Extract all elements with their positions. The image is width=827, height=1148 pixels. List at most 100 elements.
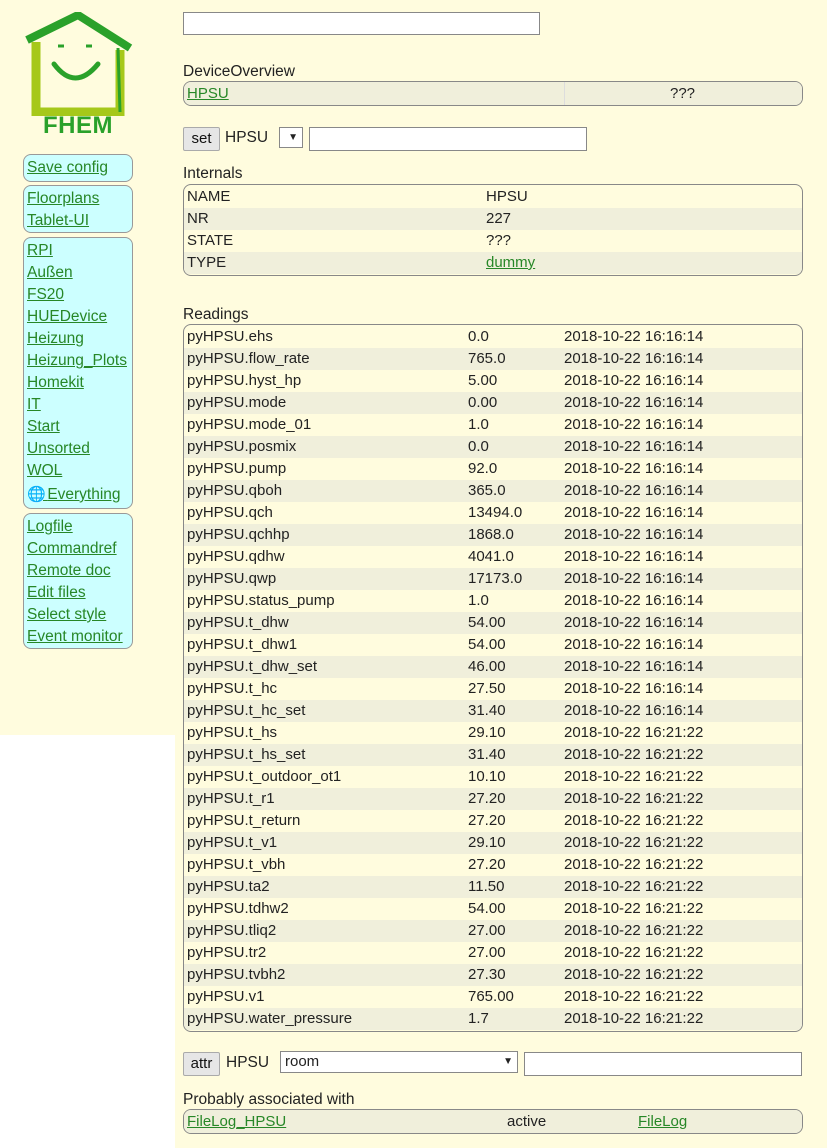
menu-group-save: Save config <box>23 154 133 182</box>
menu-item-edit-files[interactable]: Edit files <box>27 582 129 604</box>
reading-name: pyHPSU.qdhw <box>187 548 285 565</box>
reading-timestamp: 2018-10-22 16:21:22 <box>564 856 704 873</box>
reading-value: 31.40 <box>468 746 506 763</box>
reading-name: pyHPSU.qwp <box>187 570 277 587</box>
menu-item-huedevice[interactable]: HUEDevice <box>27 306 129 328</box>
reading-name: pyHPSU.qboh <box>187 482 283 499</box>
menu-group-ui: Floorplans Tablet-UI <box>23 185 133 233</box>
reading-row: pyHPSU.posmix 0.0 2018-10-22 16:16:14 <box>184 436 802 458</box>
reading-name: pyHPSU.tliq2 <box>187 922 277 939</box>
internal-name: TYPE <box>187 254 227 271</box>
command-input[interactable] <box>183 12 540 35</box>
reading-timestamp: 2018-10-22 16:21:22 <box>564 966 704 983</box>
divider <box>564 82 565 105</box>
menu-item-logfile[interactable]: Logfile <box>27 516 129 538</box>
menu-item-rpi[interactable]: RPI <box>27 240 129 262</box>
attr-device-label: HPSU <box>226 1054 270 1071</box>
menu-item-aussen[interactable]: Außen <box>27 262 129 284</box>
associated-type-link[interactable]: FileLog <box>638 1110 687 1133</box>
reading-value: 27.00 <box>468 922 506 939</box>
menu-item-heizung[interactable]: Heizung <box>27 328 129 350</box>
reading-value: 0.0 <box>468 438 489 455</box>
reading-value: 5.00 <box>468 372 498 389</box>
menu-item-heizung-plots[interactable]: Heizung_Plots <box>27 350 129 372</box>
reading-timestamp: 2018-10-22 16:16:14 <box>564 394 704 411</box>
reading-value: 31.40 <box>468 702 506 719</box>
associated-state: active <box>507 1113 547 1130</box>
reading-value: 765.00 <box>468 988 514 1005</box>
fhem-logo[interactable]: FHEM <box>22 12 136 142</box>
attr-select[interactable]: room ▼ <box>280 1051 518 1073</box>
reading-name: pyHPSU.t_v1 <box>187 834 278 851</box>
readings-table: pyHPSU.ehs 0.0 2018-10-22 16:16:14 pyHPSU.f… <box>183 324 803 1032</box>
reading-row: pyHPSU.qch 13494.0 2018-10-22 16:16:14 <box>184 502 802 524</box>
menu-item-select-style[interactable]: Select style <box>27 604 129 626</box>
reading-row: pyHPSU.t_v1 29.10 2018-10-22 16:21:22 <box>184 832 802 854</box>
reading-timestamp: 2018-10-22 16:16:14 <box>564 438 704 455</box>
set-button[interactable]: set <box>183 127 220 151</box>
reading-value: 17173.0 <box>468 570 523 587</box>
reading-name: pyHPSU.t_vbh <box>187 856 286 873</box>
reading-timestamp: 2018-10-22 16:16:14 <box>564 570 704 587</box>
menu-item-wol[interactable]: WOL <box>27 460 129 482</box>
set-device-label: HPSU <box>225 129 269 146</box>
reading-name: pyHPSU.mode_01 <box>187 416 312 433</box>
reading-name: pyHPSU.qchhp <box>187 526 290 543</box>
set-command-select[interactable]: ▼ <box>279 127 303 148</box>
chevron-down-icon: ▼ <box>503 1056 513 1067</box>
reading-row: pyHPSU.t_r1 27.20 2018-10-22 16:21:22 <box>184 788 802 810</box>
internals-row: STATE ??? <box>184 230 802 252</box>
menu-item-save-config[interactable]: Save config <box>27 157 129 179</box>
device-state[interactable]: ??? <box>670 82 695 105</box>
menu-item-floorplans[interactable]: Floorplans <box>27 188 129 210</box>
reading-name: pyHPSU.tr2 <box>187 944 267 961</box>
reading-row: pyHPSU.t_dhw1 54.00 2018-10-22 16:16:14 <box>184 634 802 656</box>
reading-timestamp: 2018-10-22 16:21:22 <box>564 834 704 851</box>
reading-timestamp: 2018-10-22 16:16:14 <box>564 350 704 367</box>
menu-item-start[interactable]: Start <box>27 416 129 438</box>
reading-timestamp: 2018-10-22 16:16:14 <box>564 702 704 719</box>
reading-timestamp: 2018-10-22 16:16:14 <box>564 658 704 675</box>
menu-item-tablet-ui[interactable]: Tablet-UI <box>27 210 129 232</box>
associated-row: FileLog_HPSU active FileLog <box>184 1110 802 1133</box>
reading-row: pyHPSU.mode_01 1.0 2018-10-22 16:16:14 <box>184 414 802 436</box>
menu-item-it[interactable]: IT <box>27 394 129 416</box>
menu-item-fs20[interactable]: FS20 <box>27 284 129 306</box>
reading-row: pyHPSU.tliq2 27.00 2018-10-22 16:21:22 <box>184 920 802 942</box>
reading-timestamp: 2018-10-22 16:16:14 <box>564 592 704 609</box>
reading-timestamp: 2018-10-22 16:21:22 <box>564 812 704 829</box>
reading-value: 92.0 <box>468 460 498 477</box>
reading-row: pyHPSU.status_pump 1.0 2018-10-22 16:16:14 <box>184 590 802 612</box>
menu-item-homekit[interactable]: Homekit <box>27 372 129 394</box>
associated-device-link[interactable]: FileLog_HPSU <box>187 1110 286 1133</box>
reading-timestamp: 2018-10-22 16:21:22 <box>564 724 704 741</box>
reading-row: pyHPSU.t_dhw_set 46.00 2018-10-22 16:16:14 <box>184 656 802 678</box>
reading-value: 27.30 <box>468 966 506 983</box>
reading-row: pyHPSU.flow_rate 765.0 2018-10-22 16:16:14 <box>184 348 802 370</box>
internals-table: NAME HPSU NR 227 STATE ??? TYPE dummy <box>183 184 803 276</box>
reading-row: pyHPSU.mode 0.00 2018-10-22 16:16:14 <box>184 392 802 414</box>
menu-group-rooms: RPI Außen FS20 HUEDevice Heizung Heizung… <box>23 237 133 509</box>
menu-item-everything-label: Everything <box>47 486 121 503</box>
internal-type-link[interactable]: dummy <box>486 252 535 274</box>
reading-name: pyHPSU.t_outdoor_ot1 <box>187 768 342 785</box>
attr-select-value: room <box>285 1053 320 1070</box>
internals-row: NAME HPSU <box>184 186 802 208</box>
attr-value-input[interactable] <box>524 1052 802 1076</box>
menu-item-unsorted[interactable]: Unsorted <box>27 438 129 460</box>
readings-title: Readings <box>183 306 249 323</box>
reading-timestamp: 2018-10-22 16:16:14 <box>564 504 704 521</box>
set-value-input[interactable] <box>309 127 587 151</box>
reading-value: 1.0 <box>468 416 489 433</box>
menu-item-remote-doc[interactable]: Remote doc <box>27 560 129 582</box>
reading-timestamp: 2018-10-22 16:16:14 <box>564 372 704 389</box>
reading-value: 27.50 <box>468 680 506 697</box>
device-overview-row: HPSU ??? <box>184 82 802 105</box>
device-link-hpsu[interactable]: HPSU <box>187 82 229 105</box>
menu-item-commandref[interactable]: Commandref <box>27 538 129 560</box>
menu-item-everything[interactable]: 🌐 Everything <box>27 482 129 508</box>
menu-item-event-monitor[interactable]: Event monitor <box>27 626 129 648</box>
reading-row: pyHPSU.t_hc 27.50 2018-10-22 16:16:14 <box>184 678 802 700</box>
attr-button[interactable]: attr <box>183 1052 220 1076</box>
reading-name: pyHPSU.mode <box>187 394 287 411</box>
